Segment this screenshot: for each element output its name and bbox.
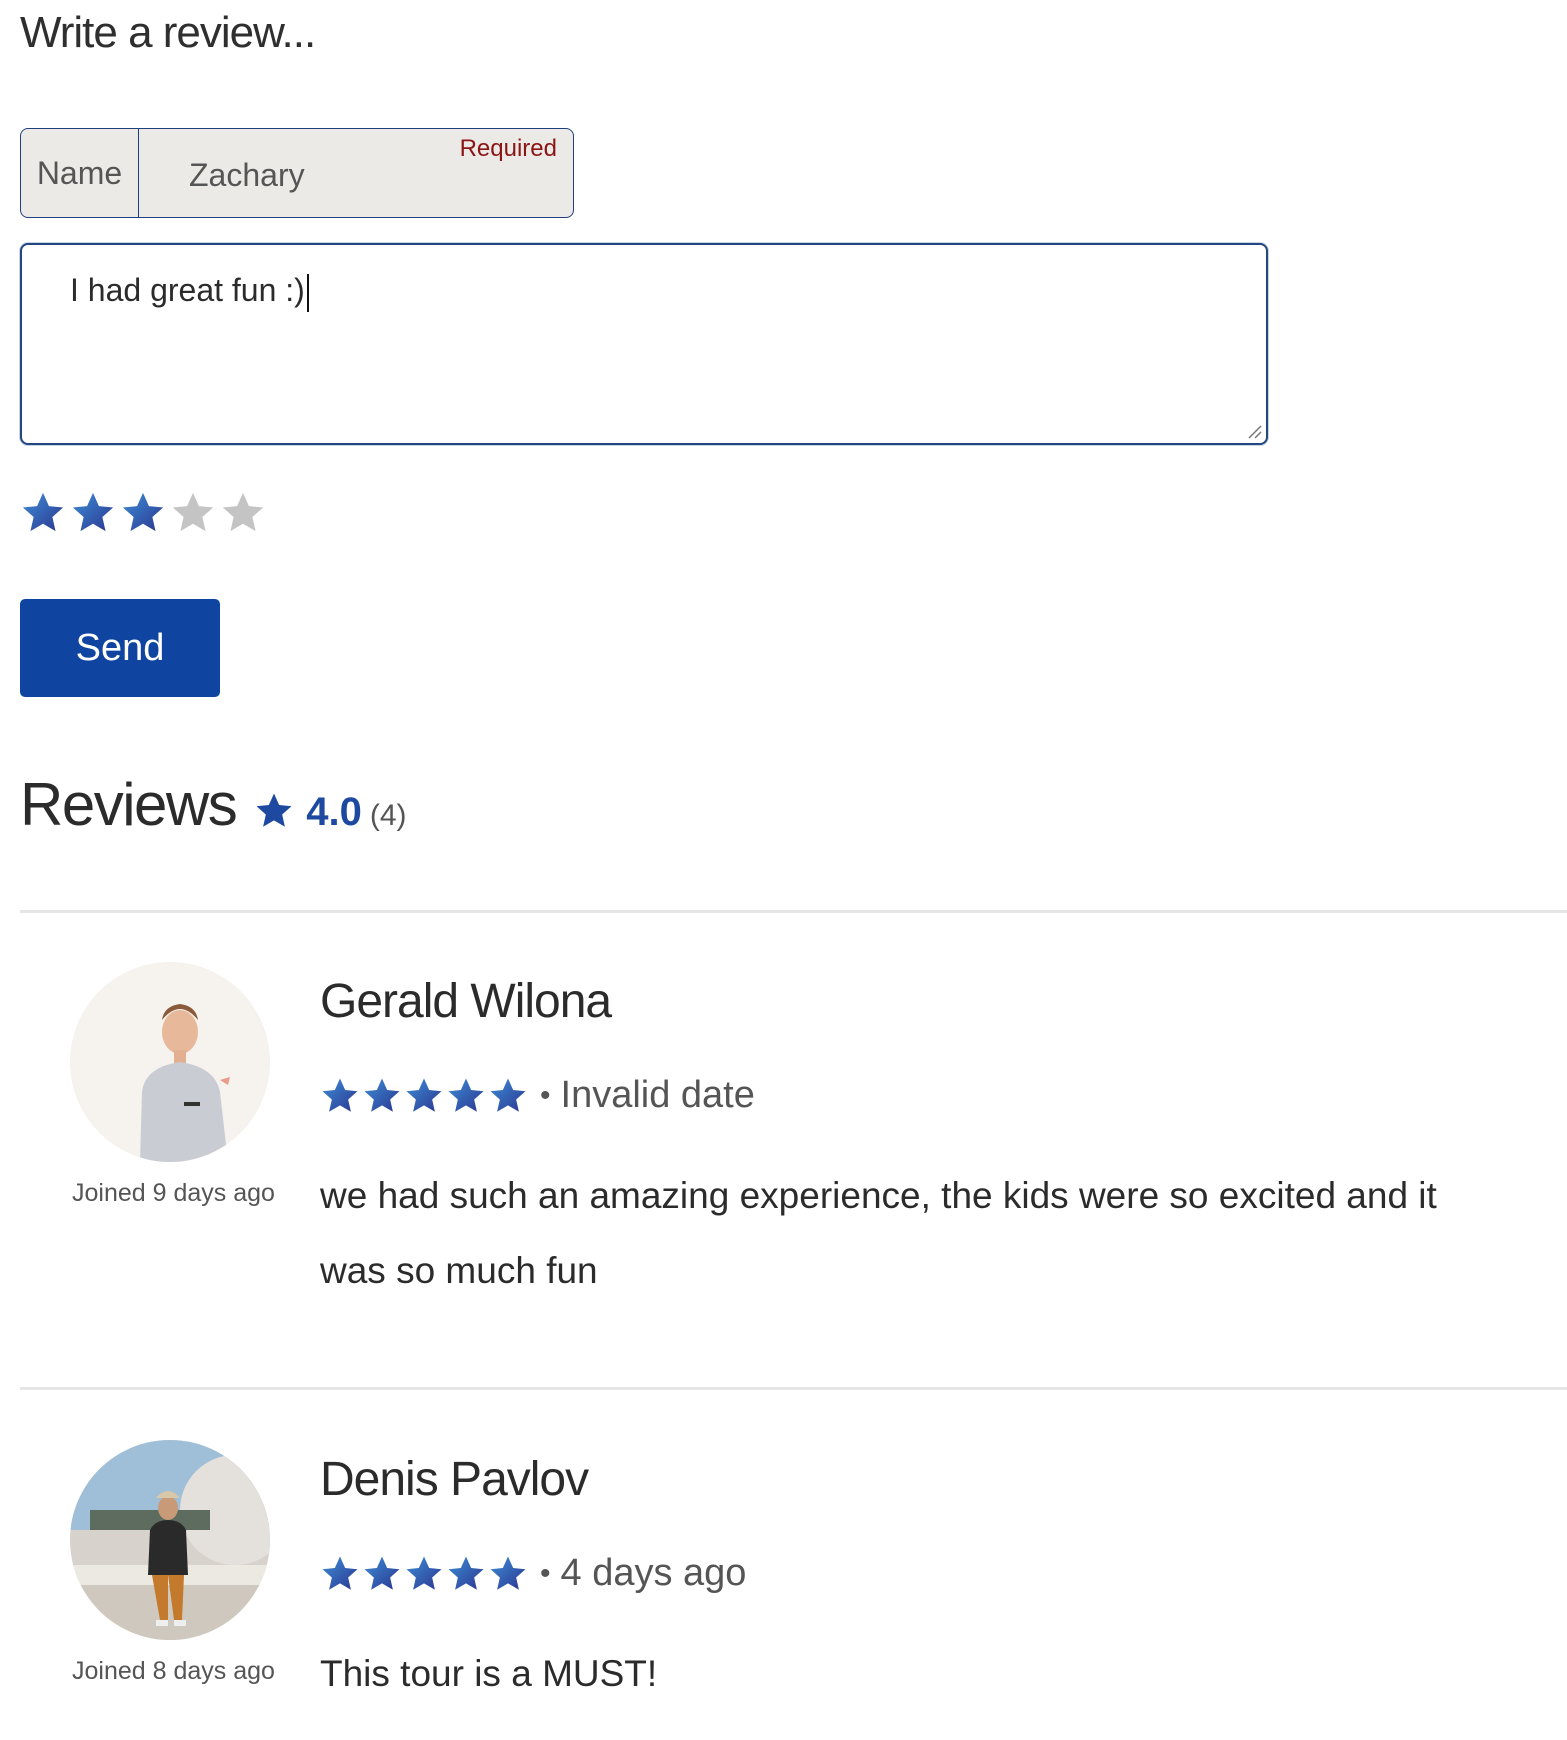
star-filled-icon (320, 1554, 360, 1594)
average-rating-star-icon (254, 791, 294, 831)
review-textarea-content[interactable]: I had great fun :) (70, 272, 309, 312)
review-page: Write a review... Name Required I had gr… (0, 0, 1567, 1740)
reviews-header: Reviews 4.0 (4) (20, 770, 407, 839)
separator-dot: • (540, 1556, 551, 1590)
resize-grip-icon[interactable] (1243, 420, 1263, 440)
star-filled-icon (404, 1554, 444, 1594)
divider (20, 1387, 1567, 1390)
star-filled-icon (362, 1076, 402, 1116)
send-button[interactable]: Send (20, 599, 220, 697)
separator-dot: • (540, 1078, 551, 1112)
text-cursor (306, 273, 309, 312)
star-filled-icon (404, 1076, 444, 1116)
divider (20, 910, 1567, 913)
average-rating-score: 4.0 (306, 790, 362, 834)
joined-date: Joined 8 days ago (72, 1657, 275, 1685)
required-label: Required (459, 135, 557, 162)
star-filled-icon (362, 1554, 402, 1594)
avatar-image (70, 1440, 270, 1640)
review-item: Joined 8 days ago Denis Pavlov • 4 days … (20, 1440, 1567, 1740)
star-filled-icon (320, 1076, 360, 1116)
star-empty-icon[interactable] (170, 490, 216, 536)
review-stars (320, 1554, 530, 1594)
avatar-photo[interactable] (70, 962, 270, 1162)
avatar-photo[interactable] (70, 1440, 270, 1640)
star-filled-icon (488, 1076, 528, 1116)
name-field[interactable]: Name Required (20, 128, 574, 218)
name-field-label: Name (21, 129, 139, 217)
star-filled-icon (446, 1076, 486, 1116)
review-stars-row: • 4 days ago (320, 1552, 746, 1595)
reviews-title: Reviews (20, 771, 238, 838)
star-filled-icon[interactable] (70, 490, 116, 536)
star-filled-icon[interactable] (20, 490, 66, 536)
review-body: we had such an amazing experience, the k… (320, 1175, 1437, 1291)
joined-date: Joined 9 days ago (72, 1179, 275, 1207)
review-body: This tour is a MUST! (320, 1653, 658, 1694)
reviewer-name: Denis Pavlov (320, 1453, 589, 1506)
review-date: Invalid date (560, 1074, 755, 1116)
reviewer-name: Gerald Wilona (320, 975, 612, 1028)
star-rating-input[interactable] (20, 490, 266, 536)
review-date: 4 days ago (560, 1552, 747, 1594)
name-value-wrap[interactable]: Required (139, 129, 573, 217)
review-stars (320, 1076, 530, 1116)
review-item: Joined 9 days ago Gerald Wilona • Invali… (20, 962, 1567, 1291)
review-textarea[interactable]: I had great fun :) (20, 243, 1268, 445)
review-text-value: I had great fun :) (70, 272, 305, 308)
review-count: (4) (369, 799, 407, 832)
star-filled-icon (446, 1554, 486, 1594)
star-filled-icon[interactable] (120, 490, 166, 536)
write-review-title: Write a review... (20, 8, 316, 57)
review-stars-row: • Invalid date (320, 1074, 755, 1117)
star-filled-icon (488, 1554, 528, 1594)
star-empty-icon[interactable] (220, 490, 266, 536)
avatar-image (70, 962, 270, 1162)
